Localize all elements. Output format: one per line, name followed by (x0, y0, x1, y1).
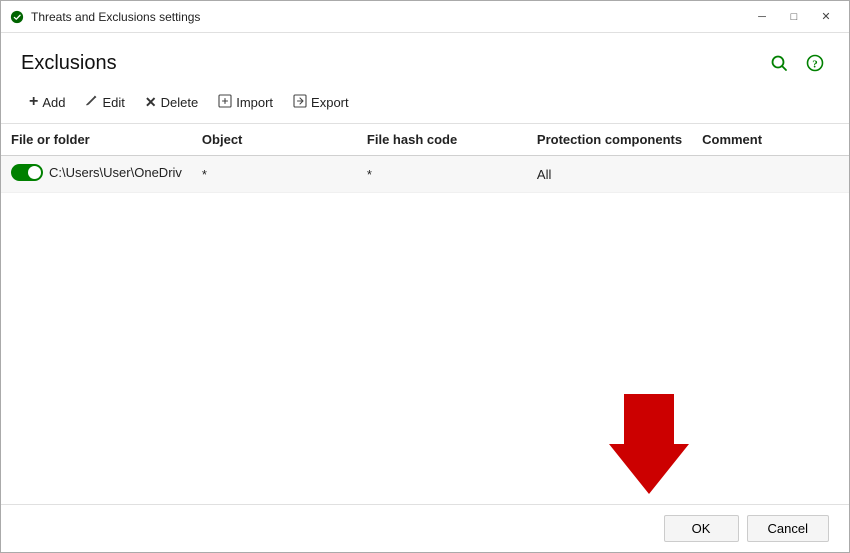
window-controls: ─ □ ✕ (747, 7, 841, 27)
col-header-object: Object (192, 124, 357, 156)
cell-file-hash-code: * (357, 156, 527, 193)
ok-button[interactable]: OK (664, 515, 739, 542)
hash-value: * (367, 167, 372, 182)
cell-object: * (192, 156, 357, 193)
titlebar: Threats and Exclusions settings ─ □ ✕ (1, 1, 849, 33)
exclusions-table: File or folder Object File hash code Pro… (1, 124, 849, 193)
x-icon: ✕ (145, 94, 157, 111)
app-icon (9, 9, 25, 25)
cell-comment (692, 156, 849, 193)
col-header-protection-components: Protection components (527, 124, 692, 156)
delete-button[interactable]: ✕ Delete (137, 90, 206, 115)
toolbar: + Add Edit ✕ Delete (1, 85, 849, 123)
toggle-container: C:\Users\User\OneDriv (11, 164, 182, 181)
export-button[interactable]: Export (285, 90, 357, 115)
import-icon (218, 94, 232, 111)
close-button[interactable]: ✕ (811, 7, 841, 27)
protection-value: All (537, 167, 551, 182)
header-icons: ? (765, 49, 829, 77)
export-label: Export (311, 95, 349, 110)
table-header-row: File or folder Object File hash code Pro… (1, 124, 849, 156)
export-icon (293, 94, 307, 111)
maximize-button[interactable]: □ (779, 7, 809, 27)
page-title: Exclusions (21, 52, 117, 75)
plus-icon: + (29, 93, 38, 111)
add-button[interactable]: + Add (21, 89, 73, 115)
cell-file-folder: C:\Users\User\OneDriv (1, 156, 192, 193)
delete-label: Delete (161, 95, 199, 110)
add-label: Add (42, 95, 65, 110)
page-header: Exclusions ? (1, 33, 849, 85)
toggle-thumb (28, 166, 41, 179)
col-header-file-folder: File or folder (1, 124, 192, 156)
cell-protection-components: All (527, 156, 692, 193)
bottom-area: OK Cancel (1, 504, 849, 552)
table-body: C:\Users\User\OneDriv * * All (1, 156, 849, 193)
table-row[interactable]: C:\Users\User\OneDriv * * All (1, 156, 849, 193)
import-button[interactable]: Import (210, 90, 281, 115)
toggle-switch[interactable] (11, 164, 43, 181)
col-header-comment: Comment (692, 124, 849, 156)
main-window: Threats and Exclusions settings ─ □ ✕ Ex… (0, 0, 850, 553)
minimize-button[interactable]: ─ (747, 7, 777, 27)
object-value: * (202, 167, 207, 182)
import-label: Import (236, 95, 273, 110)
file-folder-value: C:\Users\User\OneDriv (49, 165, 182, 180)
edit-label: Edit (102, 95, 124, 110)
cancel-button[interactable]: Cancel (747, 515, 829, 542)
svg-text:?: ? (812, 59, 818, 71)
pencil-icon (85, 94, 98, 110)
help-button[interactable]: ? (801, 49, 829, 77)
window-title: Threats and Exclusions settings (31, 10, 747, 24)
search-button[interactable] (765, 49, 793, 77)
col-header-file-hash-code: File hash code (357, 124, 527, 156)
table-container[interactable]: File or folder Object File hash code Pro… (1, 124, 849, 504)
edit-button[interactable]: Edit (77, 90, 132, 114)
content-area: Exclusions ? + A (1, 33, 849, 552)
